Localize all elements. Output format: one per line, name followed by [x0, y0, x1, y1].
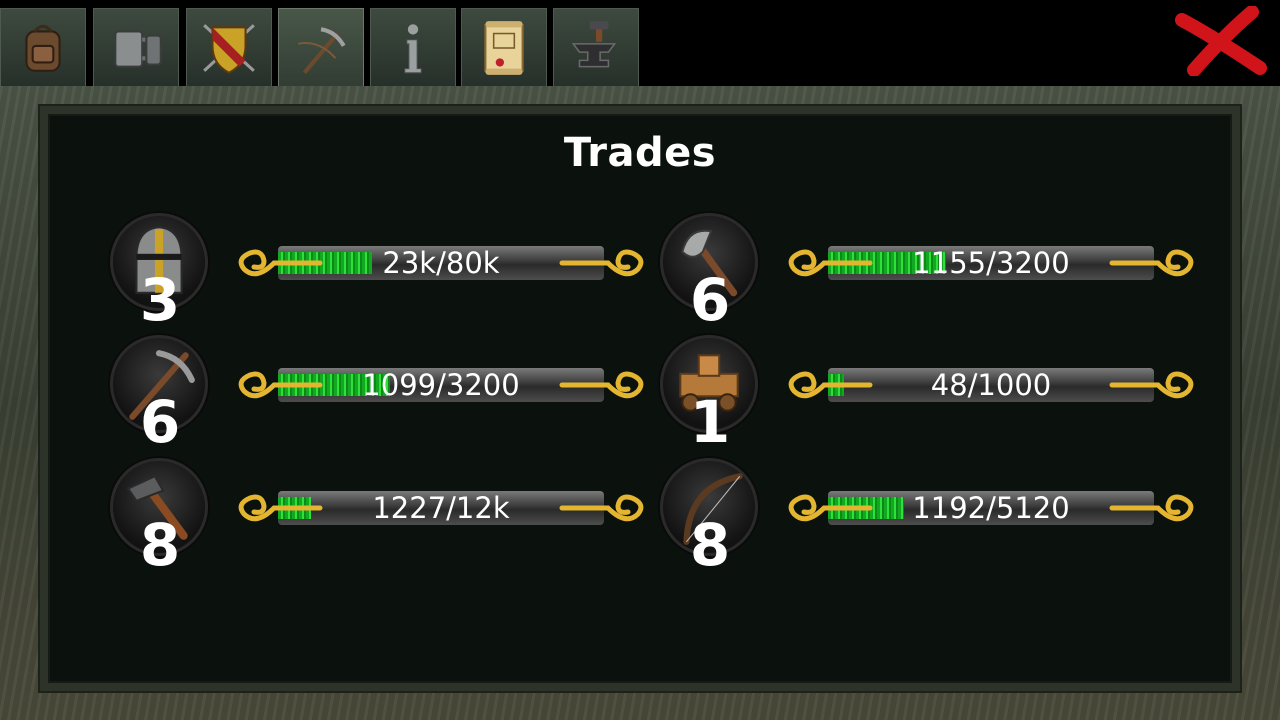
progress-text: 1155/3200 [912, 246, 1070, 280]
pickaxe-icon [298, 26, 346, 74]
tab-guild[interactable] [186, 8, 272, 86]
progress-text: 1099/3200 [362, 368, 520, 402]
trade-progress-bar: 23k/80k [234, 241, 648, 285]
tab-tavern[interactable] [93, 8, 179, 86]
trade-row: 8 1192/5120 [660, 458, 1260, 579]
page-title: Trades [563, 130, 717, 176]
trade-progress-bar: 1192/5120 [784, 486, 1198, 530]
trade-row: 3 23k/80k [110, 213, 710, 334]
tab-trades[interactable] [278, 8, 364, 94]
trade-progress-bar: 1227/12k [234, 486, 648, 530]
tab-quests[interactable] [461, 8, 547, 86]
tab-info[interactable] [370, 8, 456, 86]
backpack-icon [25, 24, 61, 72]
trade-level: 8 [689, 511, 731, 579]
tab-smithing[interactable] [553, 8, 639, 86]
progress-text: 1227/12k [372, 491, 510, 525]
trade-progress-bar: 48/1000 [784, 363, 1198, 407]
trade-progress-bar: 1155/3200 [784, 241, 1198, 285]
trade-row: 8 1227/12k [110, 458, 710, 579]
trade-row: 6 1099/3200 [110, 335, 710, 456]
trade-row: 1 48/1000 [660, 335, 1260, 456]
tab-inventory[interactable] [0, 8, 86, 86]
trade-level: 6 [689, 266, 731, 334]
scroll-icon [484, 20, 524, 75]
progress-text: 48/1000 [930, 368, 1052, 402]
anvil-icon [571, 20, 617, 67]
trade-level: 1 [689, 388, 731, 456]
shield-icon [203, 23, 255, 74]
trade-progress-bar: 1099/3200 [234, 363, 648, 407]
progress-text: 1192/5120 [912, 491, 1070, 525]
tab-bar [0, 0, 1280, 94]
tankard-icon [114, 29, 162, 68]
trade-level: 6 [139, 388, 181, 456]
trade-row: 6 1155/3200 [660, 213, 1260, 334]
close-x-icon [1175, 5, 1267, 77]
close-button[interactable] [1172, 5, 1272, 77]
trade-level: 8 [139, 511, 181, 579]
progress-text: 23k/80k [382, 246, 500, 280]
info-icon [404, 23, 422, 73]
trade-level: 3 [139, 266, 181, 334]
